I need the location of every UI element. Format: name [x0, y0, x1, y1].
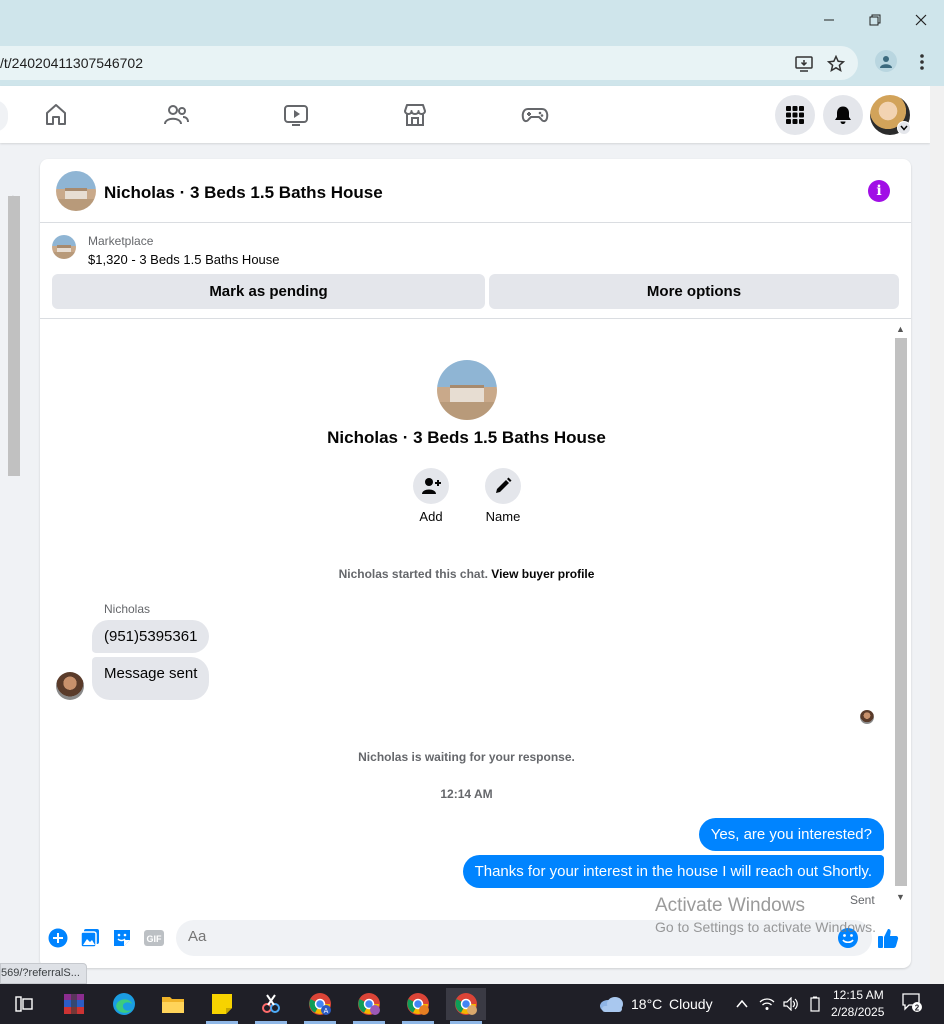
cloudy-weather-icon[interactable]: [592, 988, 632, 1020]
chat-panel: Nicholas · 3 Beds 1.5 Baths House i Mark…: [40, 159, 911, 968]
status-link-preview: 569/?referralS...: [0, 963, 87, 984]
waiting-notice: Nicholas is waiting for your response.: [358, 750, 575, 764]
sticker-icon[interactable]: [111, 927, 133, 949]
incoming-message[interactable]: (951)5395361: [92, 620, 210, 653]
file-explorer-icon[interactable]: [153, 988, 193, 1020]
restore-button[interactable]: [852, 0, 898, 40]
notification-count: 2: [915, 1004, 920, 1013]
video-icon[interactable]: [281, 100, 311, 130]
read-receipt-avatar: [860, 710, 874, 724]
listing-thumbnail[interactable]: [52, 235, 76, 259]
facebook-header: [0, 86, 930, 143]
restore-icon: [869, 14, 881, 26]
chrome-profile-a-icon[interactable]: A: [300, 988, 340, 1024]
marketplace-label: Marketplace: [88, 234, 154, 248]
message-list: ▲ ▼ Nicholas · 3 Beds 1.5 Baths House Ad…: [40, 320, 911, 910]
search-pill[interactable]: [0, 100, 8, 132]
activate-windows-subtitle: Go to Settings to activate Windows.: [655, 919, 876, 935]
browser-toolbar: /t/24020411307546702: [0, 40, 944, 86]
marketplace-icon[interactable]: [400, 100, 430, 130]
notifications-button[interactable]: [823, 95, 863, 135]
outgoing-message[interactable]: Yes, are you interested?: [698, 818, 884, 851]
edit-name-button[interactable]: [485, 468, 521, 504]
winrar-icon[interactable]: [54, 988, 94, 1020]
page-scrollbar-thumb[interactable]: [8, 196, 20, 476]
chat-title[interactable]: Nicholas · 3 Beds 1.5 Baths House: [104, 183, 383, 203]
activate-windows-title: Activate Windows: [655, 895, 805, 916]
chrome-profile-b-icon[interactable]: [349, 988, 389, 1024]
message-scrollbar[interactable]: ▲ ▼: [893, 324, 907, 904]
conversation-avatar: [437, 360, 497, 420]
home-icon[interactable]: [41, 100, 71, 130]
listing-banner: Marketplace $1,320 - 3 Beds 1.5 Baths Ho…: [40, 223, 911, 319]
name-label: Name: [485, 509, 521, 524]
notification-center-icon[interactable]: 2: [902, 992, 922, 1013]
svg-text:A: A: [324, 1008, 329, 1015]
message-timestamp: 12:14 AM: [440, 787, 493, 801]
outgoing-message[interactable]: Thanks for your interest in the house I …: [462, 855, 884, 888]
close-window-button[interactable]: [898, 0, 944, 40]
listing-price-title[interactable]: $1,320 - 3 Beds 1.5 Baths House: [88, 252, 280, 267]
chat-thumbnail[interactable]: [56, 171, 96, 211]
browser-menu-icon[interactable]: [914, 52, 930, 72]
more-options-button[interactable]: More options: [489, 274, 899, 309]
add-person-icon: [422, 478, 441, 494]
like-thumbs-up-icon[interactable]: [877, 927, 899, 949]
wifi-icon[interactable]: [754, 988, 780, 1020]
gif-icon[interactable]: GIF: [143, 927, 165, 949]
add-people-button[interactable]: [413, 468, 449, 504]
sent-status: Sent: [850, 893, 875, 907]
task-view-icon[interactable]: [4, 988, 44, 1020]
photo-icon[interactable]: [79, 927, 101, 949]
window-scrollbar[interactable]: [930, 86, 944, 984]
snipping-tool-icon[interactable]: [251, 988, 291, 1024]
add-label: Add: [419, 509, 443, 524]
battery-icon[interactable]: [802, 988, 828, 1020]
grid-icon: [786, 106, 804, 124]
plus-actions-icon[interactable]: [47, 927, 69, 949]
menu-grid-button[interactable]: [775, 95, 815, 135]
friends-icon[interactable]: [161, 100, 191, 130]
clock-date[interactable]: 2/28/2025: [831, 1005, 884, 1019]
view-buyer-profile-link[interactable]: View buyer profile: [491, 567, 594, 581]
weather-temperature[interactable]: 18°C: [631, 996, 662, 1012]
message-scrollbar-thumb[interactable]: [895, 338, 907, 886]
browser-profile-icon[interactable]: [875, 50, 897, 72]
sticky-notes-icon[interactable]: [202, 988, 242, 1024]
sender-avatar[interactable]: [56, 672, 84, 700]
incoming-message[interactable]: Message sent: [92, 657, 210, 700]
install-app-icon[interactable]: [794, 54, 814, 74]
gif-label: GIF: [147, 934, 163, 944]
chat-started-text: Nicholas started this chat.: [338, 567, 488, 581]
sender-name: Nicholas: [104, 602, 151, 616]
chrome-profile-c-icon[interactable]: [398, 988, 438, 1024]
weather-description[interactable]: Cloudy: [669, 996, 713, 1012]
windows-taskbar: A 18°C Cloudy 12:15 AM 2/28/2025: [0, 984, 944, 1024]
clock-time[interactable]: 12:15 AM: [833, 988, 884, 1002]
scroll-down-arrow[interactable]: ▼: [896, 892, 905, 902]
scroll-up-arrow[interactable]: ▲: [896, 324, 905, 334]
address-bar[interactable]: /t/24020411307546702: [0, 46, 858, 80]
gaming-icon[interactable]: [520, 100, 550, 130]
chrome-profile-d-icon[interactable]: [446, 988, 486, 1024]
chat-header: Nicholas · 3 Beds 1.5 Baths House i: [40, 159, 911, 223]
mark-as-pending-button[interactable]: Mark as pending: [52, 274, 485, 309]
edge-browser-icon[interactable]: [104, 988, 144, 1020]
info-icon[interactable]: i: [868, 180, 890, 202]
bell-icon: [835, 106, 851, 124]
close-icon: [915, 14, 927, 26]
minimize-icon: [824, 19, 834, 21]
chat-started-notice: Nicholas started this chat. View buyer p…: [40, 567, 893, 581]
minimize-button[interactable]: [806, 0, 852, 40]
bookmark-star-icon[interactable]: [826, 54, 846, 74]
browser-titlebar: [0, 0, 944, 40]
volume-icon[interactable]: [778, 988, 804, 1020]
conversation-name: Nicholas · 3 Beds 1.5 Baths House: [327, 428, 606, 447]
url-text[interactable]: /t/24020411307546702: [0, 55, 143, 71]
chevron-down-icon[interactable]: [897, 121, 911, 135]
pencil-icon: [496, 477, 512, 493]
